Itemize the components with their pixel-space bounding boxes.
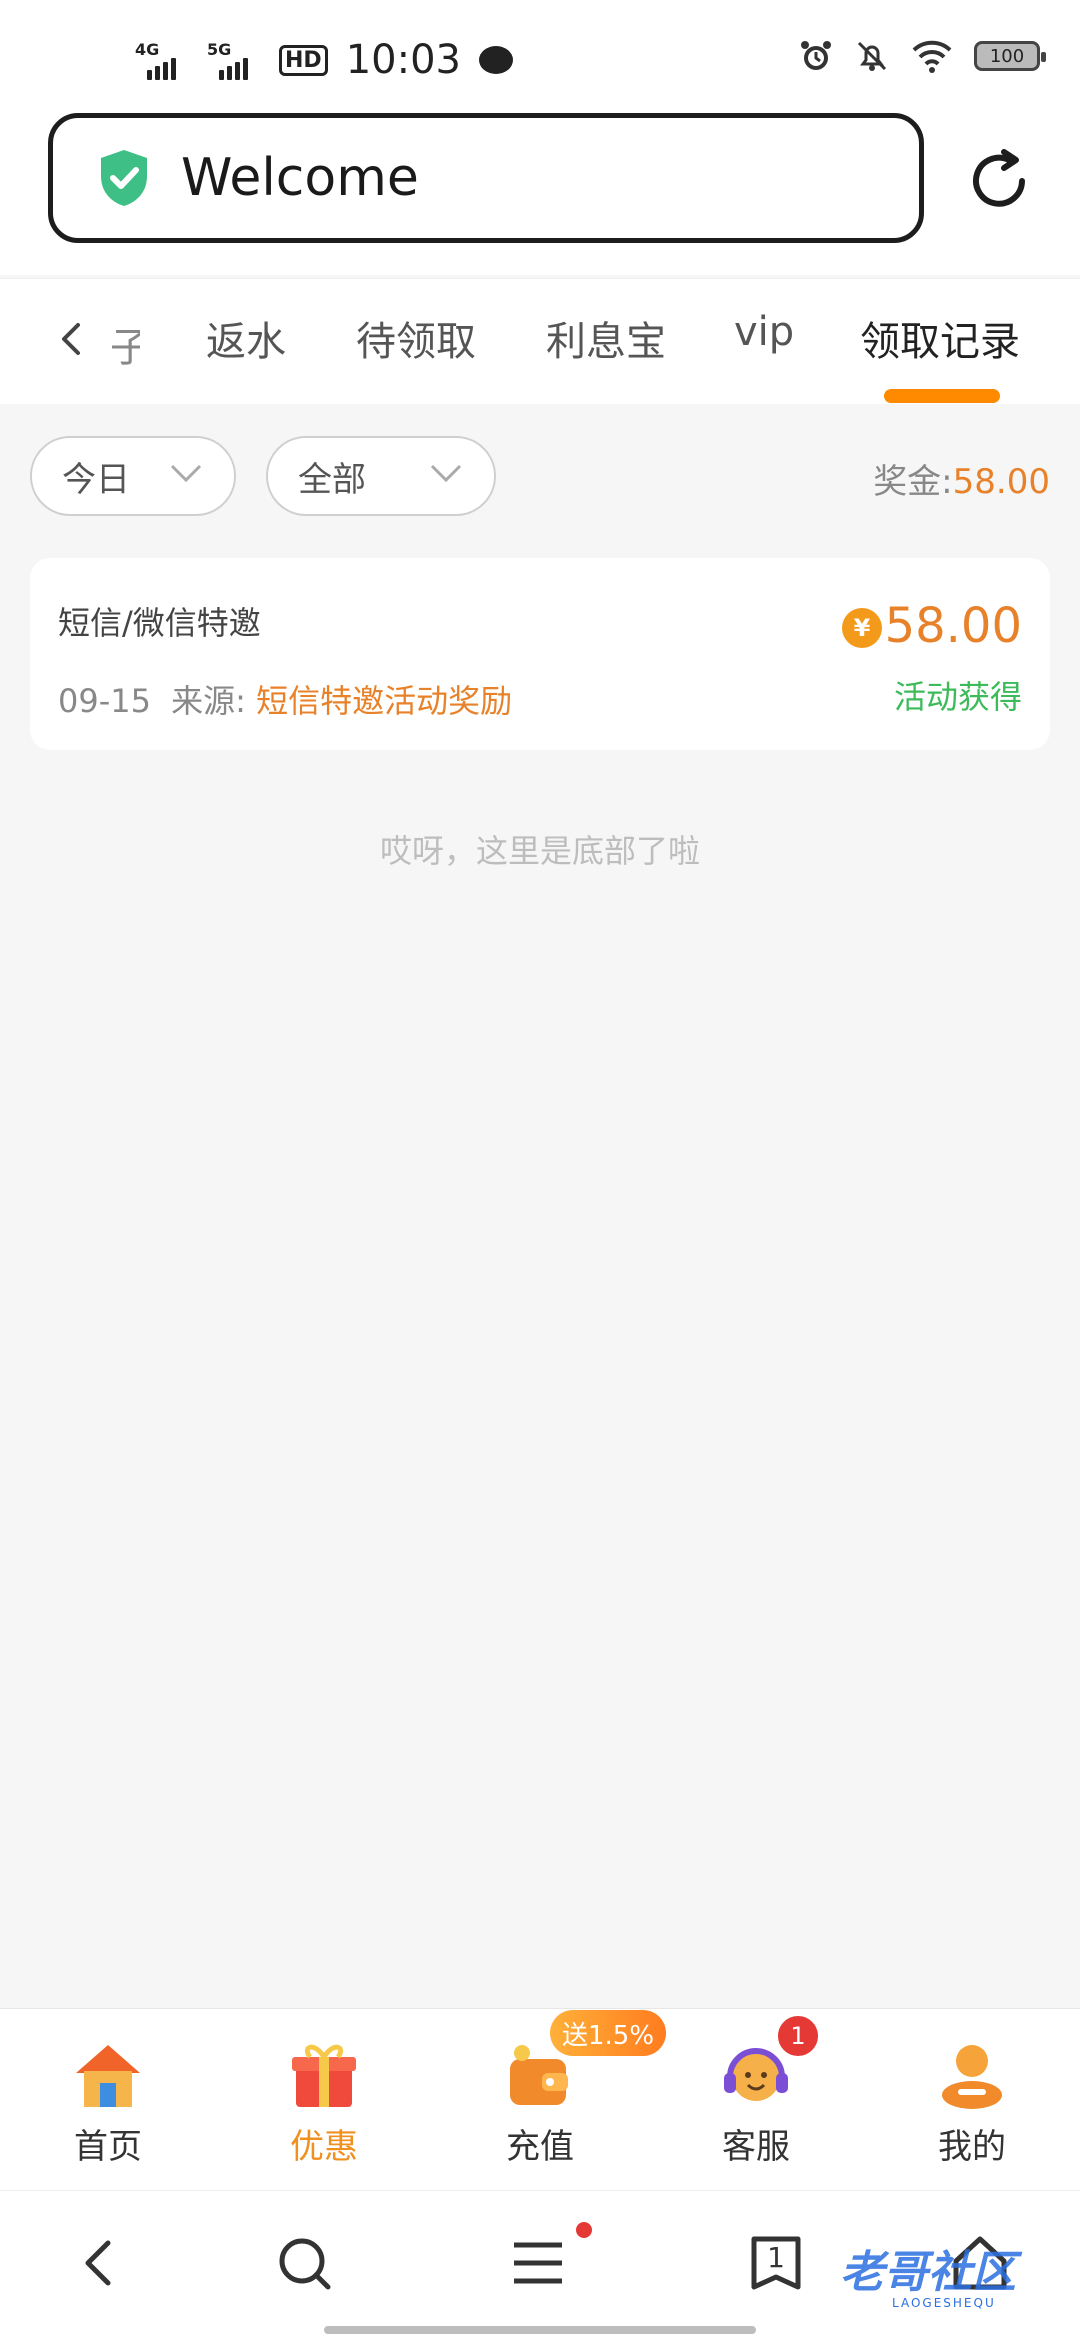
tabs-switcher-button[interactable]: 1: [744, 2231, 808, 2295]
category-tabs: 子 返水 待领取 利息宝 vip 领取记录: [0, 278, 1080, 404]
tab-vip[interactable]: vip: [734, 309, 794, 355]
nav-mine[interactable]: 我的: [864, 2009, 1080, 2191]
tab-rebate[interactable]: 返水: [206, 309, 286, 367]
record-source: 短信特邀活动奖励: [256, 682, 513, 720]
record-source-label: 来源:: [171, 682, 246, 720]
record-status: 活动获得: [893, 678, 1022, 716]
active-tab-indicator: [884, 389, 1000, 403]
nav-recharge-label: 充值: [506, 2127, 574, 2167]
filter-bar: 今日 全部 奖金:58.00: [0, 404, 1080, 544]
watermark-logo: 老哥社区: [840, 2247, 1016, 2298]
menu-notification-dot: [576, 2222, 592, 2238]
tabs-scroll-left-icon[interactable]: [56, 319, 86, 359]
back-icon[interactable]: [68, 2231, 132, 2295]
nav-promotions-label: 优惠: [290, 2127, 358, 2167]
wifi-icon: [912, 40, 952, 73]
bonus-value: 58.00: [952, 462, 1050, 502]
network-type-1: 4G: [135, 40, 160, 59]
record-title: 短信/微信特邀: [58, 604, 261, 642]
record-amount: 58.00: [884, 598, 1022, 654]
bonus-total: 奖金:58.00: [873, 454, 1050, 503]
nav-customer-service[interactable]: 客服: [648, 2009, 864, 2191]
clock: 10:03: [345, 37, 461, 83]
mute-bell-icon: [857, 41, 887, 71]
tab-pending[interactable]: 待领取: [356, 309, 476, 367]
recharge-promo-badge: 送1.5%: [550, 2010, 667, 2056]
home-indicator[interactable]: [324, 2326, 756, 2334]
type-filter-value: 全部: [298, 459, 366, 500]
menu-icon[interactable]: [506, 2231, 570, 2295]
nav-mine-label: 我的: [938, 2127, 1006, 2167]
nav-customer-service-label: 客服: [722, 2127, 790, 2167]
status-bar: 4G 5G HD 10:03 100: [0, 0, 1080, 110]
service-count-badge: 1: [776, 2014, 820, 2058]
address-text: Welcome: [181, 148, 419, 208]
message-notification-icon: [478, 46, 513, 74]
tab-interest[interactable]: 利息宝: [546, 309, 666, 367]
type-filter-dropdown[interactable]: 全部: [266, 436, 496, 516]
home-house-icon: [76, 2045, 140, 2107]
address-bar[interactable]: Welcome: [48, 113, 924, 243]
browser-bar: Welcome: [0, 110, 1080, 275]
signal-4g-icon: 4G: [135, 40, 195, 80]
battery-icon: 100: [974, 41, 1046, 71]
search-icon[interactable]: [272, 2231, 336, 2295]
nav-promotions[interactable]: 优惠: [216, 2009, 432, 2191]
coin-icon: ¥: [842, 608, 882, 648]
record-date: 09-15: [58, 682, 151, 720]
bonus-label: 奖金:: [873, 462, 953, 502]
tab-partial[interactable]: 子: [110, 315, 140, 373]
profile-icon: [942, 2045, 1002, 2109]
record-card[interactable]: 短信/微信特邀 09-15 来源: 短信特邀活动奖励 ¥ 58.00 活动获得: [30, 558, 1050, 750]
date-filter-value: 今日: [62, 459, 130, 500]
nav-home[interactable]: 首页: [0, 2009, 216, 2191]
status-left: 4G 5G HD 10:03: [135, 30, 513, 90]
signal-5g-icon: 5G: [207, 40, 267, 80]
tab-claim-records[interactable]: 领取记录: [860, 309, 1020, 367]
refresh-icon[interactable]: [964, 146, 1034, 216]
watermark-subtext: LAOGESHEQU: [892, 2296, 996, 2310]
chevron-down-icon: [170, 464, 202, 483]
status-right: 100: [798, 38, 1046, 74]
date-filter-dropdown[interactable]: 今日: [30, 436, 236, 516]
network-type-2: 5G: [207, 40, 232, 59]
chevron-down-icon: [430, 464, 462, 483]
record-meta: 09-15 来源: 短信特邀活动奖励: [58, 676, 512, 722]
nav-home-label: 首页: [74, 2127, 142, 2167]
tab-count: 1: [767, 2241, 785, 2274]
hd-voice-icon: HD: [279, 44, 328, 76]
secure-shield-icon: [101, 150, 147, 206]
gift-icon: [292, 2044, 356, 2107]
alarm-icon: [801, 41, 831, 70]
list-end-text: 哎呀，这里是底部了啦: [379, 832, 700, 870]
bottom-nav: 首页 优惠 充值 客服 我的: [0, 2008, 1080, 2190]
